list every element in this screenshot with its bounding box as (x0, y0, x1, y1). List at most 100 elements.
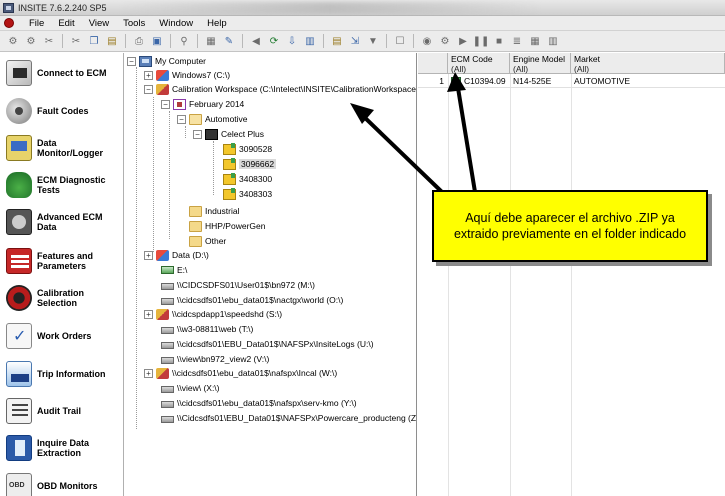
tree-node-celect-plus[interactable]: − Celect Plus (193, 127, 264, 141)
tree-node-february-2014[interactable]: − February 2014 (161, 97, 244, 111)
table-icon[interactable]: ▦ (528, 34, 542, 48)
tree-node-calibration-file[interactable]: 3408303 (223, 187, 272, 201)
tree-node-network-drive[interactable]: \\view\ (X:\) (161, 381, 220, 395)
edit-icon[interactable]: ✎ (222, 34, 236, 48)
sidebar-item-inquire-data[interactable]: Inquire Data Extraction (6, 433, 122, 463)
sidebar-item-audit-trail[interactable]: Audit Trail (6, 396, 122, 426)
print-preview-icon[interactable]: ▣ (150, 34, 164, 48)
toolbar-separator (242, 34, 243, 48)
tree-node-my-computer[interactable]: − My Computer (127, 54, 206, 68)
tree-node-calibration-file[interactable]: 3408300 (223, 172, 272, 186)
tree-node-windows7[interactable]: + Windows7 (C:\) (144, 68, 230, 82)
fault-codes-icon (6, 98, 32, 124)
report-icon[interactable]: ▤ (330, 34, 344, 48)
column-header-engine-model[interactable]: Engine Model (All) (510, 53, 571, 74)
menu-help[interactable]: Help (200, 18, 234, 29)
obd-monitors-icon (6, 473, 32, 496)
sidebar-item-advanced-ecm[interactable]: Advanced ECM Data (6, 207, 122, 237)
download-icon[interactable]: ⇩ (285, 34, 299, 48)
cut-tool-icon[interactable]: ✂ (42, 34, 56, 48)
filter-icon[interactable]: ▼ (366, 34, 380, 48)
column-filter[interactable]: (All) (574, 64, 724, 74)
log-icon[interactable]: ≣ (510, 34, 524, 48)
tree-node-hhp-powergen[interactable]: HHP/PowerGen (189, 219, 265, 233)
tree-node-network-drive[interactable]: \\cidcsdfs01\ebu_data01$\nactgx\world (O… (161, 293, 343, 307)
sidebar-item-obd-monitors[interactable]: OBD Monitors (6, 471, 122, 496)
tree-node-network-drive[interactable]: \\view\bn972_view2 (V:\) (161, 352, 269, 366)
menu-file[interactable]: File (22, 18, 51, 29)
chart-icon[interactable]: ▥ (546, 34, 560, 48)
sidebar-item-data-monitor[interactable]: Data Monitor/Logger (6, 133, 122, 163)
tree-node-network-drive[interactable]: + \\cidcsdfs01\ebu_data01$\nafspx\Incal … (144, 366, 337, 380)
features-parameters-icon (6, 248, 32, 274)
sidebar-item-label: Fault Codes (37, 106, 89, 116)
tree-node-network-drive[interactable]: \\cidcsdfs01\ebu_data01$\nafspx\serv-kmo… (161, 396, 357, 410)
column-header-ecm-code[interactable]: ECM Code (All) (448, 53, 510, 74)
tree-node-label: \\view\ (X:\) (177, 383, 220, 393)
settings-icon[interactable]: ⚙ (438, 34, 452, 48)
network-drive-icon (161, 327, 174, 334)
expand-toggle[interactable]: + (144, 309, 153, 319)
menu-view[interactable]: View (82, 18, 116, 29)
tree-node-industrial[interactable]: Industrial (189, 204, 240, 218)
module-icon[interactable]: ▥ (303, 34, 317, 48)
find-icon[interactable]: ⚲ (177, 34, 191, 48)
cut-icon[interactable]: ✂ (69, 34, 83, 48)
menu-tools[interactable]: Tools (116, 18, 152, 29)
tree-node-e-drive[interactable]: E:\ (161, 263, 187, 277)
stop-icon[interactable]: ■ (492, 34, 506, 48)
tree-node-network-drive[interactable]: \\w3-08811\web (T:\) (161, 322, 253, 336)
export-icon[interactable]: ⇲ (348, 34, 362, 48)
sidebar-item-fault-codes[interactable]: Fault Codes (6, 96, 122, 126)
tree-node-automotive[interactable]: − Automotive (177, 112, 248, 126)
sidebar-item-ecm-diagnostic[interactable]: ECM Diagnostic Tests (6, 170, 122, 200)
sidebar-item-work-orders[interactable]: Work Orders (6, 321, 122, 351)
print-icon[interactable]: ⎙ (132, 34, 146, 48)
tree-node-other[interactable]: Other (189, 234, 226, 248)
expand-toggle[interactable]: + (144, 250, 153, 260)
refresh-icon[interactable]: ⟳ (267, 34, 281, 48)
blank-doc-icon[interactable]: ☐ (393, 34, 407, 48)
tree-node-network-drive[interactable]: \\cidcsdfs01\EBU_Data01$\NAFSPx\InsiteLo… (161, 337, 374, 351)
back-icon[interactable]: ◀ (249, 34, 263, 48)
connect-tool-icon[interactable]: ⚙ (6, 34, 20, 48)
expand-toggle[interactable]: + (144, 368, 153, 378)
disconnect-tool-icon[interactable]: ⚙ (24, 34, 38, 48)
tree-node-calibration-file[interactable]: 3096662 (223, 157, 277, 171)
menu-window[interactable]: Window (152, 18, 200, 29)
column-filter[interactable]: (All) (451, 64, 509, 74)
sidebar-item-connect-ecm[interactable]: Connect to ECM (6, 58, 122, 88)
collapse-toggle[interactable]: − (127, 56, 136, 66)
cummins-logo-icon[interactable] (4, 18, 14, 28)
tree-node-network-drive[interactable]: \\Cidcsdfs01\EBU_Data01$\NAFSPx\Powercar… (161, 411, 416, 425)
sidebar-item-features-parameters[interactable]: Features and Parameters (6, 246, 122, 276)
column-filter[interactable]: (All) (513, 64, 570, 74)
collapse-toggle[interactable]: − (161, 99, 170, 109)
collapse-toggle[interactable]: − (193, 129, 202, 139)
tree-node-network-drive[interactable]: + \\cidcspdapp1\speedshd (S:\) (144, 307, 282, 321)
expand-toggle[interactable]: + (144, 70, 153, 80)
copy-icon[interactable]: ❐ (87, 34, 101, 48)
tree-node-data-drive[interactable]: + Data (D:\) (144, 248, 209, 262)
sidebar-item-trip-information[interactable]: Trip Information (6, 359, 122, 389)
record-icon[interactable]: ◉ (420, 34, 434, 48)
collapse-toggle[interactable]: − (144, 84, 153, 94)
tree-node-calibration-file[interactable]: 3090528 (223, 142, 272, 156)
calibration-file-icon (223, 157, 236, 170)
paste-icon[interactable]: ▤ (105, 34, 119, 48)
collapse-toggle[interactable]: − (177, 114, 186, 124)
ecm-table: ECM Code (All) Engine Model (All) Market… (418, 53, 725, 496)
row-index: 1 (439, 76, 444, 86)
column-header-market[interactable]: Market (All) (571, 53, 725, 74)
tree-node-network-drive[interactable]: \\CIDCSDFS01\User01$\bn972 (M:\) (161, 278, 315, 292)
pause-icon[interactable]: ❚❚ (473, 34, 490, 48)
sidebar-item-calibration-selection[interactable]: Calibration Selection (6, 283, 122, 313)
tree-connector (185, 126, 186, 138)
properties-icon[interactable]: ▦ (204, 34, 218, 48)
table-cell-engine-model[interactable]: N14-525E (510, 75, 571, 88)
menu-edit[interactable]: Edit (51, 18, 81, 29)
table-cell-market[interactable]: AUTOMOTIVE (571, 75, 725, 88)
play-icon[interactable]: ▶ (456, 34, 470, 48)
table-cell-ecm-code[interactable]: C10394.09 (448, 75, 510, 88)
tree-node-calibration-workspace[interactable]: − Calibration Workspace (C:\Intelect\INS… (144, 82, 416, 96)
